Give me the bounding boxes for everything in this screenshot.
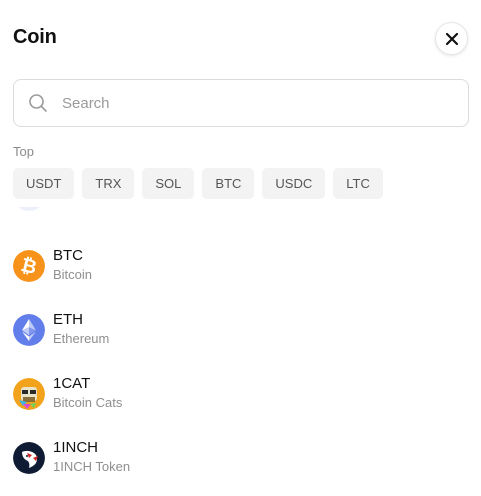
1inch-icon (13, 442, 45, 474)
list-item[interactable]: 1CAT Bitcoin Cats (0, 366, 481, 422)
coin-name: Bitcoin Cats (53, 395, 123, 410)
close-button[interactable] (435, 22, 468, 55)
top-label: Top (13, 144, 34, 159)
list-item[interactable]: ETH Ethereum (0, 302, 481, 358)
coin-name: Ethereum (53, 331, 110, 346)
coin-list[interactable]: ₿ BTC Bitcoin ETH Ethereum 1CAT Bitcoin … (0, 207, 481, 496)
chip-sol[interactable]: SOL (142, 168, 195, 199)
bitcoin-cats-icon (13, 378, 45, 410)
coin-name: 1INCH Token (53, 459, 131, 474)
chip-usdt[interactable]: USDT (13, 168, 75, 199)
top-coin-chips: USDT TRX SOL BTC USDC LTC (13, 168, 383, 199)
chip-usdc[interactable]: USDC (262, 168, 326, 199)
chip-btc[interactable]: BTC (202, 168, 255, 199)
search-box[interactable] (13, 79, 469, 127)
ethereum-icon (13, 314, 45, 346)
coin-name: Bitcoin (53, 267, 93, 282)
list-item[interactable]: 1INCH 1INCH Token (0, 430, 481, 486)
coin-symbol: 1CAT (53, 375, 91, 392)
page-title: Coin (13, 26, 57, 48)
search-icon (29, 94, 47, 112)
coin-icon (13, 207, 45, 211)
coin-symbol: 1INCH (53, 439, 99, 456)
chip-trx[interactable]: TRX (82, 168, 135, 199)
coin-symbol: ETH (53, 311, 83, 328)
chip-ltc[interactable]: LTC (333, 168, 383, 199)
coin-symbol: BTC (53, 247, 83, 264)
list-item-partial (0, 207, 481, 215)
header: Coin (0, 0, 481, 76)
list-item[interactable]: ₿ BTC Bitcoin (0, 238, 481, 294)
bitcoin-icon: ₿ (13, 250, 45, 282)
search-input[interactable] (62, 80, 457, 126)
close-icon (445, 32, 458, 45)
